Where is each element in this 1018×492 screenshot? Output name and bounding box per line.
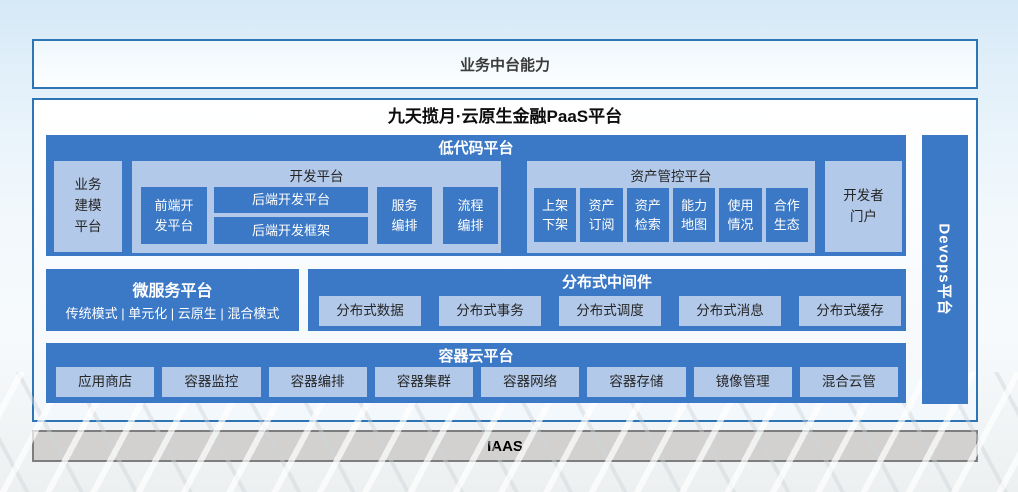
dev-platform-section: 开发平台 前端开 发平台 后端开发平台 后端开发框架 服务 编排 流程 编排 — [132, 161, 501, 253]
cc-item-hybrid-cloud-management: 混合云管 — [800, 367, 898, 397]
backend-dev-framework-box: 后端开发框架 — [214, 217, 368, 244]
developer-portal-box: 开发者 门户 — [825, 161, 902, 252]
microservice-platform-modes: 传统模式 | 单元化 | 云原生 | 混合模式 — [46, 303, 299, 322]
container-cloud-platform-title: 容器云平台 — [46, 345, 906, 366]
business-modeling-platform-box: 业务 建模 平台 — [54, 161, 122, 252]
business-middle-platform-box: 业务中台能力 — [32, 39, 978, 89]
mw-item-distributed-cache: 分布式缓存 — [799, 296, 901, 326]
mw-item-distributed-data: 分布式数据 — [319, 296, 421, 326]
paas-platform-title: 九天揽月·云原生金融PaaS平台 — [32, 102, 978, 127]
asset-item-usage: 使用 情况 — [719, 188, 761, 242]
service-orchestration-box: 服务 编排 — [377, 187, 432, 244]
mw-item-distributed-message: 分布式消息 — [679, 296, 781, 326]
distributed-middleware-block: 分布式中间件 分布式数据 分布式事务 分布式调度 分布式消息 分布式缓存 — [308, 269, 906, 331]
cc-item-container-storage: 容器存储 — [587, 367, 685, 397]
devops-platform-label: Devops平台 — [935, 223, 956, 315]
container-cloud-platform-block: 容器云平台 应用商店 容器监控 容器编排 容器集群 容器网络 容器存储 镜像管理… — [46, 343, 906, 403]
asset-item-search: 资产 检索 — [627, 188, 669, 242]
cc-item-app-store: 应用商店 — [56, 367, 154, 397]
frontend-dev-platform-box: 前端开 发平台 — [141, 187, 207, 244]
devops-platform-bar: Devops平台 — [922, 135, 968, 404]
cc-item-container-orchestration: 容器编排 — [269, 367, 367, 397]
cc-item-container-monitoring: 容器监控 — [162, 367, 260, 397]
asset-control-platform-section: 资产管控平台 上架 下架 资产 订阅 资产 检索 能力 地图 使用 情况 合作 … — [527, 161, 815, 253]
mw-item-distributed-transaction: 分布式事务 — [439, 296, 541, 326]
distributed-middleware-items: 分布式数据 分布式事务 分布式调度 分布式消息 分布式缓存 — [319, 296, 901, 326]
asset-item-subscription: 资产 订阅 — [580, 188, 622, 242]
iaas-bar: IAAS — [32, 430, 978, 462]
mw-item-distributed-scheduling: 分布式调度 — [559, 296, 661, 326]
asset-item-cooperation-ecosystem: 合作 生态 — [766, 188, 808, 242]
cc-item-image-management: 镜像管理 — [694, 367, 792, 397]
cc-item-container-network: 容器网络 — [481, 367, 579, 397]
iaas-label: IAAS — [487, 438, 523, 455]
asset-control-items: 上架 下架 资产 订阅 资产 检索 能力 地图 使用 情况 合作 生态 — [534, 188, 808, 242]
business-middle-platform-label: 业务中台能力 — [460, 54, 550, 75]
asset-item-capability-map: 能力 地图 — [673, 188, 715, 242]
asset-item-shelving: 上架 下架 — [534, 188, 576, 242]
container-cloud-items: 应用商店 容器监控 容器编排 容器集群 容器网络 容器存储 镜像管理 混合云管 — [56, 367, 898, 397]
backend-dev-platform-box: 后端开发平台 — [214, 187, 368, 213]
asset-control-platform-title: 资产管控平台 — [527, 165, 815, 185]
microservice-platform-title: 微服务平台 — [46, 277, 299, 301]
architecture-diagram: 业务中台能力 九天揽月·云原生金融PaaS平台 低代码平台 业务 建模 平台 开… — [0, 0, 1018, 492]
process-orchestration-box: 流程 编排 — [443, 187, 498, 244]
lowcode-platform-title: 低代码平台 — [46, 137, 906, 158]
cc-item-container-cluster: 容器集群 — [375, 367, 473, 397]
distributed-middleware-title: 分布式中间件 — [308, 271, 906, 292]
microservice-platform-block: 微服务平台 传统模式 | 单元化 | 云原生 | 混合模式 — [46, 269, 299, 331]
dev-platform-title: 开发平台 — [132, 165, 501, 185]
